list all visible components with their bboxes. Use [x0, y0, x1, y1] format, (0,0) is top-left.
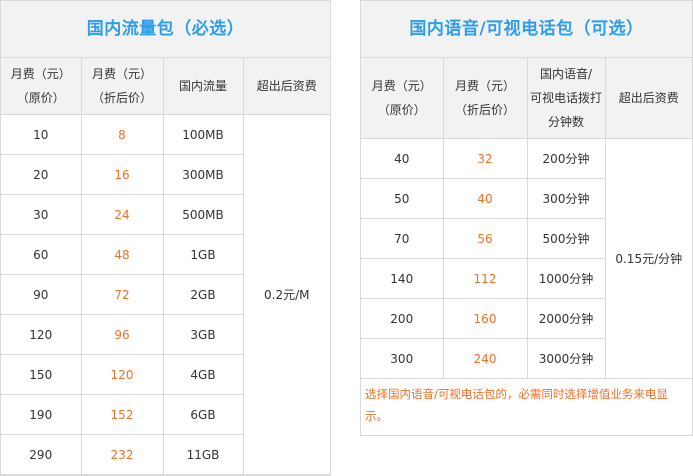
package-amount: 500MB [162, 194, 243, 235]
price-original: 20 [1, 154, 82, 195]
table-header-row: 月费（元） （原价） 月费（元） （折后价） 国内流量 超出后资费 [1, 58, 330, 115]
data-package-panel: 国内流量包（必选） 月费（元） （原价） 月费（元） （折后价） 国内流量 超出… [0, 0, 331, 476]
price-original: 90 [1, 274, 82, 315]
package-amount: 300MB [162, 154, 243, 195]
header-line: 国内语音/ [539, 67, 593, 81]
package-amount: 2000分钟 [526, 298, 605, 339]
price-discount: 24 [80, 194, 164, 235]
overage-rate: 0.15元/分钟 [604, 138, 692, 379]
package-amount: 3GB [162, 314, 243, 355]
package-amount: 11GB [162, 434, 243, 475]
price-discount: 16 [80, 154, 164, 195]
header-monthly-fee-original: 月费（元） （原价） [361, 58, 444, 139]
table-header-row: 月费（元） （原价） 月费（元） （折后价） 国内语音/ 可视电话拨打 分钟数 … [361, 58, 692, 139]
price-discount: 72 [80, 274, 164, 315]
price-discount: 8 [80, 114, 164, 155]
header-overage: 超出后资费 [242, 58, 330, 115]
price-discount: 232 [80, 434, 164, 475]
header-line: 月费（元） [10, 67, 71, 81]
header-line: （折后价） [91, 91, 152, 105]
price-original: 200 [361, 298, 444, 339]
price-original: 70 [361, 218, 444, 259]
price-discount: 160 [442, 298, 528, 339]
package-amount: 300分钟 [526, 178, 605, 219]
package-amount: 200分钟 [526, 138, 606, 179]
package-amount: 1GB [162, 234, 243, 275]
header-line: 分钟数 [547, 115, 584, 129]
voice-package-title: 国内语音/可视电话包（可选） [361, 1, 692, 58]
package-amount: 100MB [162, 114, 244, 155]
voice-package-note: 选择国内语音/可视电话包的，必需同时选择增值业务来电显示。 [365, 387, 668, 423]
package-amount: 3000分钟 [526, 338, 605, 379]
header-line: （折后价） [454, 103, 515, 117]
package-amount: 500分钟 [526, 218, 605, 259]
price-original: 40 [361, 138, 444, 179]
voice-package-panel: 国内语音/可视电话包（可选） 月费（元） （原价） 月费（元） （折后价） 国内… [360, 0, 693, 436]
price-original: 60 [1, 234, 82, 275]
price-discount: 96 [80, 314, 164, 355]
header-overage: 超出后资费 [604, 58, 692, 139]
header-monthly-fee-original: 月费（元） （原价） [1, 58, 82, 115]
price-original: 300 [361, 338, 444, 379]
header-minutes: 国内语音/ 可视电话拨打 分钟数 [526, 58, 606, 139]
header-line: 月费（元） [371, 79, 432, 93]
price-discount: 240 [442, 338, 528, 379]
price-discount: 48 [80, 234, 164, 275]
price-original: 30 [1, 194, 82, 235]
header-line: 月费（元） [91, 67, 152, 81]
data-package-title: 国内流量包（必选） [1, 1, 330, 58]
package-amount: 4GB [162, 354, 243, 395]
price-original: 190 [1, 394, 82, 435]
price-discount: 112 [442, 258, 528, 299]
price-original: 120 [1, 314, 82, 355]
price-discount: 56 [442, 218, 528, 259]
price-original: 140 [361, 258, 444, 299]
package-amount: 1000分钟 [526, 258, 605, 299]
overage-rate: 0.2元/M [242, 114, 330, 475]
voice-package-table: 月费（元） （原价） 月费（元） （折后价） 国内语音/ 可视电话拨打 分钟数 … [361, 58, 692, 379]
data-package-table: 月费（元） （原价） 月费（元） （折后价） 国内流量 超出后资费 10 8 100… [1, 58, 330, 475]
header-line: （原价） [377, 103, 426, 117]
price-discount: 152 [80, 394, 164, 435]
header-line: 月费（元） [454, 79, 515, 93]
price-original: 290 [1, 434, 82, 475]
header-monthly-fee-discount: 月费（元） （折后价） [442, 58, 528, 139]
price-discount: 32 [442, 138, 528, 179]
header-data-amount: 国内流量 [162, 58, 244, 115]
header-monthly-fee-discount: 月费（元） （折后价） [80, 58, 164, 115]
header-line: （原价） [16, 91, 65, 105]
package-amount: 2GB [162, 274, 243, 315]
header-line: 可视电话拨打 [529, 91, 602, 105]
table-row: 10 8 100MB 0.2元/M [1, 114, 330, 475]
table-row: 40 32 200分钟 0.15元/分钟 [361, 138, 692, 379]
package-amount: 6GB [162, 394, 243, 435]
price-original: 150 [1, 354, 82, 395]
price-discount: 120 [80, 354, 164, 395]
price-discount: 40 [442, 178, 528, 219]
price-original: 50 [361, 178, 444, 219]
price-original: 10 [1, 114, 82, 155]
